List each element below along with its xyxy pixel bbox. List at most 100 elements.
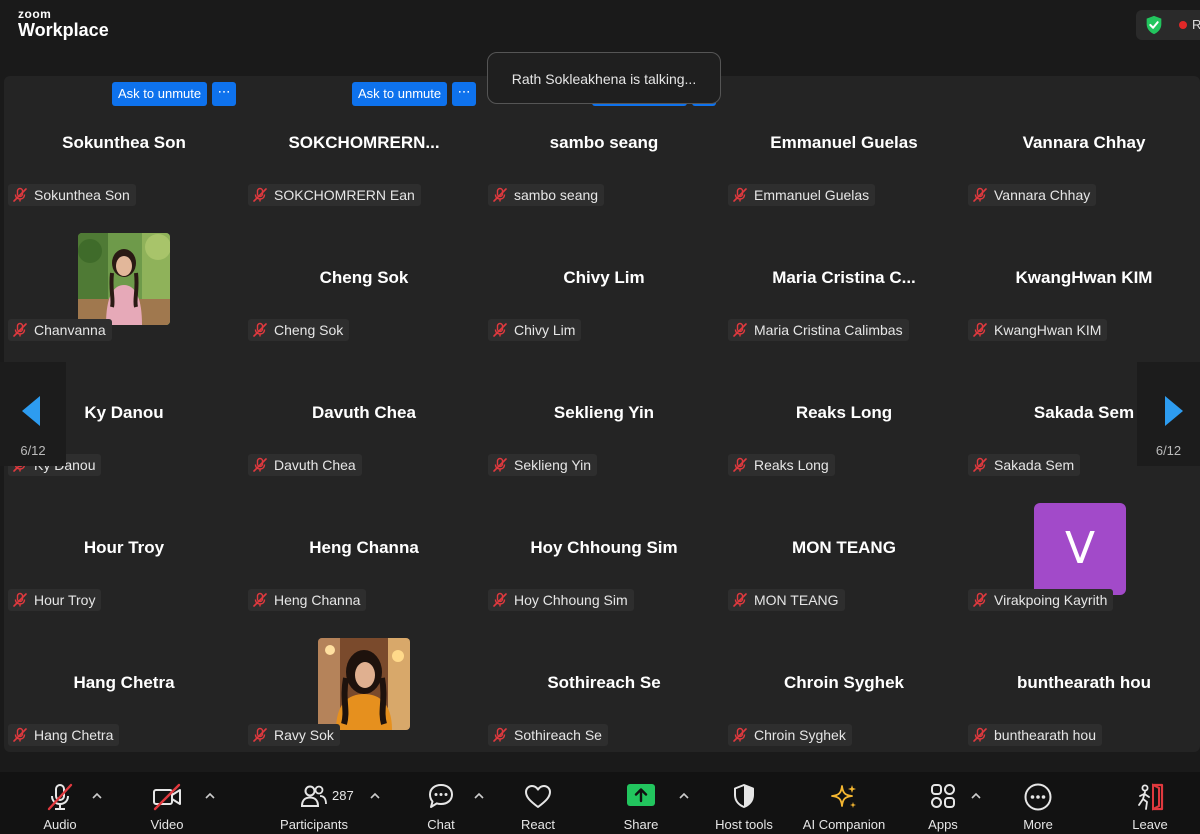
participant-label-text: Virakpoing Kayrith bbox=[994, 592, 1108, 608]
participant-name: Sothireach Se bbox=[547, 673, 661, 692]
chevron-up-icon[interactable] bbox=[970, 790, 982, 802]
microphone-muted-icon bbox=[253, 322, 267, 337]
more-button[interactable]: More bbox=[1012, 772, 1064, 834]
microphone-muted-icon bbox=[733, 592, 747, 607]
participants-button[interactable]: 287 Participants bbox=[274, 772, 354, 834]
tile-more-button[interactable]: ⋯ bbox=[452, 82, 477, 106]
participant-tile[interactable]: Heng Channa Heng Channa bbox=[244, 481, 484, 616]
participant-tile[interactable]: Cheng Sok Cheng Sok bbox=[244, 211, 484, 346]
participant-label: Virakpoing Kayrith bbox=[968, 589, 1114, 611]
meeting-info-button[interactable]: R bbox=[1136, 10, 1200, 40]
chevron-up-icon[interactable] bbox=[91, 790, 103, 802]
arrow-right-icon bbox=[1165, 396, 1183, 426]
microphone-muted-icon bbox=[973, 592, 987, 607]
chevron-up-icon[interactable] bbox=[369, 790, 381, 802]
participant-label: MON TEANG bbox=[728, 589, 845, 611]
chat-button[interactable]: Chat bbox=[414, 772, 468, 834]
host-tools-button[interactable]: Host tools bbox=[704, 772, 784, 834]
participant-tile[interactable]: KwangHwan KIM KwangHwan KIM bbox=[964, 211, 1200, 346]
apps-label: Apps bbox=[928, 817, 958, 832]
microphone-muted-icon bbox=[733, 187, 747, 202]
microphone-muted-icon bbox=[253, 592, 267, 607]
sparkle-icon bbox=[831, 785, 856, 808]
participant-tile[interactable]: Chanvanna bbox=[4, 211, 244, 346]
participant-tile[interactable]: MON TEANG MON TEANG bbox=[724, 481, 964, 616]
share-button[interactable]: Share bbox=[613, 772, 669, 834]
chevron-up-icon[interactable] bbox=[473, 790, 485, 802]
ask-to-unmute-button[interactable]: Ask to unmute bbox=[112, 82, 208, 106]
participant-label: Sokunthea Son bbox=[8, 184, 136, 206]
participant-name: Cheng Sok bbox=[319, 268, 409, 287]
participant-tile[interactable]: V Virakpoing Kayrith bbox=[964, 481, 1200, 616]
audio-label: Audio bbox=[43, 817, 77, 832]
participant-name: Emmanuel Guelas bbox=[770, 133, 918, 152]
participant-label: Hour Troy bbox=[8, 589, 102, 611]
participant-tile[interactable]: Emmanuel Guelas Emmanuel Guelas bbox=[724, 76, 964, 211]
participant-tile[interactable]: Ravy Sok bbox=[244, 616, 484, 751]
microphone-muted-icon bbox=[253, 457, 267, 472]
audio-button[interactable]: Audio bbox=[30, 772, 90, 834]
react-label: React bbox=[521, 817, 555, 832]
participant-tile[interactable]: Hoy Chhoung Sim Hoy Chhoung Sim bbox=[484, 481, 724, 616]
shield-check-icon bbox=[1146, 15, 1162, 35]
active-speaker-toast: Rath Sokleakhena is talking... bbox=[487, 52, 721, 104]
meeting-toolbar: Audio Video 287 Participants Chat React … bbox=[0, 772, 1200, 834]
video-button[interactable]: Video bbox=[138, 772, 196, 834]
participant-tile[interactable]: Chroin Syghek Chroin Syghek bbox=[724, 616, 964, 751]
participant-tile[interactable]: bunthearath hou bunthearath hou bbox=[964, 616, 1200, 751]
participant-label: SOKCHOMRERN Ean bbox=[248, 184, 421, 206]
participant-label: Davuth Chea bbox=[248, 454, 362, 476]
participant-label-text: Maria Cristina Calimbas bbox=[754, 322, 903, 338]
participant-tile[interactable]: Seklieng Yin Seklieng Yin bbox=[484, 346, 724, 481]
participant-label: Sothireach Se bbox=[488, 724, 608, 746]
participant-label: Chivy Lim bbox=[488, 319, 582, 341]
microphone-muted-icon bbox=[13, 322, 27, 337]
participant-label-text: Reaks Long bbox=[754, 457, 829, 473]
microphone-muted-icon bbox=[47, 783, 73, 811]
participant-tile[interactable]: Hang Chetra Hang Chetra bbox=[4, 616, 244, 751]
leave-door-icon bbox=[1138, 783, 1164, 811]
tile-controls: Ask to unmute ⋯ bbox=[352, 82, 477, 106]
chevron-up-icon[interactable] bbox=[678, 790, 690, 802]
participant-name: Hang Chetra bbox=[73, 673, 175, 692]
chat-label: Chat bbox=[427, 817, 455, 832]
participant-tile[interactable]: Chivy Lim Chivy Lim bbox=[484, 211, 724, 346]
react-button[interactable]: React bbox=[511, 772, 565, 834]
participant-label-text: Hang Chetra bbox=[34, 727, 114, 743]
ask-to-unmute-button[interactable]: Ask to unmute bbox=[352, 82, 448, 106]
participant-label-text: Chanvanna bbox=[34, 322, 106, 338]
ai-companion-button[interactable]: AI Companion bbox=[796, 772, 892, 834]
participant-name: Hour Troy bbox=[83, 538, 165, 557]
participant-label: Heng Channa bbox=[248, 589, 367, 611]
participant-label-text: Vannara Chhay bbox=[994, 187, 1091, 203]
microphone-muted-icon bbox=[493, 727, 507, 742]
participant-label-text: bunthearath hou bbox=[994, 727, 1096, 743]
participant-label-text: Davuth Chea bbox=[274, 457, 356, 473]
participant-name: KwangHwan KIM bbox=[1015, 268, 1153, 287]
participant-name: MON TEANG bbox=[792, 538, 896, 557]
chevron-up-icon[interactable] bbox=[204, 790, 216, 802]
apps-button[interactable]: Apps bbox=[918, 772, 968, 834]
leave-button[interactable]: Leave bbox=[1124, 772, 1176, 834]
previous-page-button[interactable]: 6/12 bbox=[0, 362, 66, 466]
participant-photo bbox=[78, 233, 170, 325]
participant-label-text: KwangHwan KIM bbox=[994, 322, 1102, 338]
participant-tile[interactable]: Vannara Chhay Vannara Chhay bbox=[964, 76, 1200, 211]
participant-label: Ravy Sok bbox=[248, 724, 340, 746]
tile-more-button[interactable]: ⋯ bbox=[212, 82, 237, 106]
participant-tile[interactable]: Maria Cristina C... Maria Cristina Calimb… bbox=[724, 211, 964, 346]
participant-tile[interactable]: Sothireach Se Sothireach Se bbox=[484, 616, 724, 751]
microphone-muted-icon bbox=[973, 322, 987, 337]
participant-name: sambo seang bbox=[549, 133, 659, 152]
next-page-button[interactable]: 6/12 bbox=[1137, 362, 1200, 466]
leave-label: Leave bbox=[1132, 817, 1168, 832]
participant-label: Emmanuel Guelas bbox=[728, 184, 876, 206]
participant-tile[interactable]: Davuth Chea Davuth Chea bbox=[244, 346, 484, 481]
participant-label-text: Sakada Sem bbox=[994, 457, 1075, 473]
participant-label: Maria Cristina Calimbas bbox=[728, 319, 909, 341]
participant-tile[interactable]: Reaks Long Reaks Long bbox=[724, 346, 964, 481]
participant-label: Vannara Chhay bbox=[968, 184, 1097, 206]
participant-tile[interactable]: Hour Troy Hour Troy bbox=[4, 481, 244, 616]
brand-name: zoom bbox=[18, 7, 52, 21]
top-bar: zoom Workplace R bbox=[0, 0, 1200, 52]
